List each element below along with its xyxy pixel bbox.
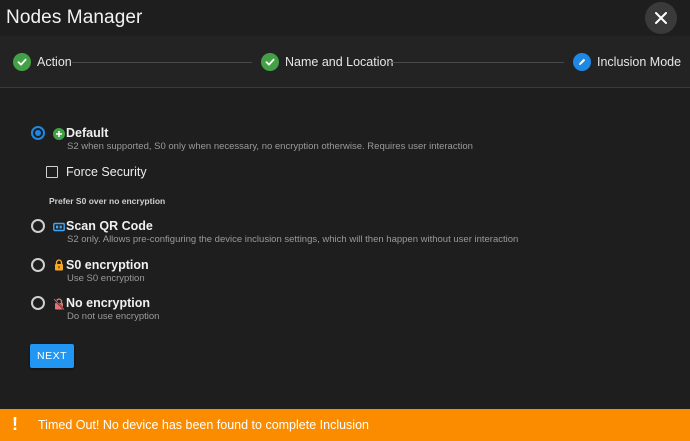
alert-icon: ! [12, 414, 18, 434]
force-security-label: Force Security [66, 165, 147, 179]
lock-icon [55, 259, 63, 271]
step-connector [72, 62, 252, 63]
radio-scan-qr-code[interactable] [31, 219, 45, 233]
stepper: Action Name and Location Inclusion Mode [0, 36, 690, 88]
step-inclusion-mode[interactable]: Inclusion Mode [573, 53, 681, 71]
step-label: Inclusion Mode [597, 55, 682, 69]
close-icon [655, 12, 667, 24]
prefer-s0-label: Prefer S0 over no encryption [49, 196, 166, 206]
qrcode-scan-icon [53, 222, 65, 232]
nodes-manager-dialog: Nodes Manager Action Name and Location I… [0, 0, 690, 441]
step-connector [388, 62, 564, 63]
option-title-s0-encryption: S0 encryption [66, 258, 149, 272]
dialog-title: Nodes Manager [6, 7, 143, 28]
step-name-and-location[interactable]: Name and Location [261, 53, 393, 71]
check-icon [13, 53, 31, 71]
pencil-icon [573, 53, 591, 71]
option-title-no-encryption: No encryption [66, 296, 151, 310]
lock-off-icon [53, 298, 65, 310]
plus-circle-icon [53, 128, 65, 140]
option-description-no-encryption: Do not use encryption [67, 311, 160, 322]
dialog-titlebar: Nodes Manager [0, 0, 690, 36]
next-button[interactable]: NEXT [30, 344, 74, 368]
option-description-scan-qr-code: S2 only. Allows pre-configuring the devi… [67, 234, 519, 245]
step-label: Action [37, 55, 72, 69]
snackbar-message: Timed Out! No device has been found to c… [38, 418, 369, 432]
option-title-default: Default [66, 126, 109, 140]
step-label: Name and Location [285, 55, 394, 69]
inclusion-mode-options: Default S2 when supported, S0 only when … [0, 88, 690, 408]
timeout-snackbar: ! Timed Out! No device has been found to… [0, 409, 690, 441]
step-action[interactable]: Action [13, 53, 72, 71]
option-title-scan-qr-code: Scan QR Code [66, 219, 153, 233]
radio-no-encryption[interactable] [31, 296, 45, 310]
radio-default[interactable] [31, 126, 45, 140]
option-description-default: S2 when supported, S0 only when necessar… [67, 141, 473, 152]
close-button[interactable] [645, 2, 677, 34]
radio-s0-encryption[interactable] [31, 258, 45, 272]
force-security-checkbox[interactable] [46, 166, 58, 178]
check-icon [261, 53, 279, 71]
option-description-s0-encryption: Use S0 encryption [67, 273, 145, 284]
